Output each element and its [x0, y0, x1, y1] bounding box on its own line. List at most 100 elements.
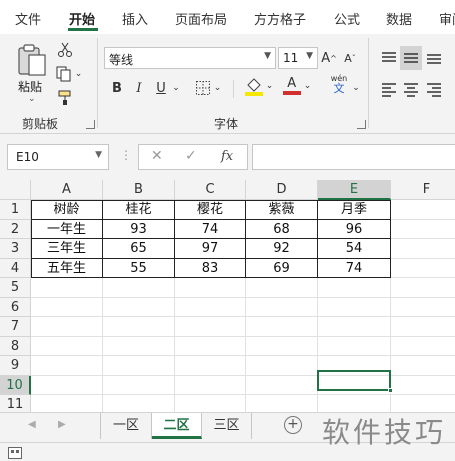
- clipboard-launcher-icon[interactable]: [86, 120, 95, 129]
- cell-e1[interactable]: 月季: [318, 200, 391, 220]
- tab-review[interactable]: 审阅: [439, 9, 455, 28]
- cut-icon[interactable]: [54, 40, 76, 60]
- copy-dropdown-icon[interactable]: ⌄: [75, 69, 83, 79]
- cell-b11[interactable]: [103, 395, 175, 412]
- select-all-corner[interactable]: [0, 180, 31, 200]
- cell-e5[interactable]: [318, 278, 391, 298]
- cell-a1[interactable]: 树龄: [31, 200, 103, 220]
- cell-e6[interactable]: [318, 297, 391, 317]
- underline-button[interactable]: U: [152, 78, 170, 98]
- cell-e7[interactable]: [318, 317, 391, 337]
- scroll-right-icon[interactable]: ▶: [58, 419, 66, 430]
- cell-a4[interactable]: 五年生: [31, 258, 103, 278]
- row-header-2[interactable]: 2: [0, 219, 31, 239]
- cell-d3[interactable]: 92: [246, 239, 318, 259]
- cell-e4[interactable]: 74: [318, 258, 391, 278]
- cell-d4[interactable]: 69: [246, 258, 318, 278]
- cell-c3[interactable]: 97: [175, 239, 246, 259]
- cell-b10[interactable]: [103, 375, 175, 395]
- row-header-4[interactable]: 4: [0, 258, 31, 278]
- cell-e11[interactable]: [318, 395, 391, 412]
- cell-b3[interactable]: 65: [103, 239, 175, 259]
- phonetic-dropdown-icon[interactable]: ⌄: [350, 78, 362, 98]
- cell-c8[interactable]: [175, 336, 246, 356]
- align-right-icon[interactable]: [425, 80, 443, 100]
- cell-c4[interactable]: 83: [175, 258, 246, 278]
- cell-e8[interactable]: [318, 336, 391, 356]
- insert-function-icon[interactable]: fx: [221, 149, 233, 164]
- tab-insert[interactable]: 插入: [122, 9, 148, 28]
- tab-data[interactable]: 数据: [386, 9, 412, 28]
- column-header-e[interactable]: E: [318, 180, 391, 200]
- align-center-icon[interactable]: [402, 80, 420, 100]
- cell-f2[interactable]: [391, 220, 455, 239]
- name-box[interactable]: E10 ▼: [7, 144, 109, 170]
- tab-home[interactable]: 开始: [69, 9, 95, 28]
- scroll-left-icon[interactable]: ◀: [28, 419, 36, 430]
- cell-c11[interactable]: [175, 395, 246, 412]
- cell-b6[interactable]: [103, 297, 175, 317]
- tab-file[interactable]: 文件: [15, 9, 41, 28]
- row-header-5[interactable]: 5: [0, 278, 31, 298]
- formula-input[interactable]: [252, 144, 455, 170]
- cell-d9[interactable]: [246, 356, 318, 376]
- cell-f5[interactable]: [391, 278, 455, 298]
- cell-f3[interactable]: [391, 239, 455, 259]
- shrink-font-button[interactable]: Aˇ: [341, 48, 359, 68]
- grow-font-button[interactable]: A ^: [320, 48, 338, 68]
- cell-b2[interactable]: 93: [103, 219, 175, 239]
- cell-d2[interactable]: 68: [246, 219, 318, 239]
- row-header-3[interactable]: 3: [0, 239, 31, 259]
- row-header-7[interactable]: 7: [0, 317, 31, 337]
- cell-b1[interactable]: 桂花: [103, 200, 175, 220]
- paste-dropdown-icon[interactable]: ⌄: [28, 94, 36, 104]
- cell-f1[interactable]: [391, 200, 455, 220]
- cell-a7[interactable]: [31, 317, 103, 337]
- copy-icon[interactable]: ⌄: [52, 64, 86, 84]
- row-header-1[interactable]: 1: [0, 200, 31, 220]
- cell-a6[interactable]: [31, 297, 103, 317]
- cell-f11[interactable]: [391, 395, 455, 412]
- font-name-select[interactable]: 等线 ▼: [104, 47, 276, 69]
- column-header-a[interactable]: A: [31, 180, 103, 200]
- align-middle-icon[interactable]: [400, 46, 422, 70]
- cell-f9[interactable]: [391, 356, 455, 376]
- tab-fangfang-grid[interactable]: 方方格子: [254, 9, 306, 28]
- cell-d1[interactable]: 紫薇: [246, 200, 318, 220]
- cell-b8[interactable]: [103, 336, 175, 356]
- cell-a11[interactable]: [31, 395, 103, 412]
- italic-button[interactable]: I: [130, 78, 148, 98]
- cell-e3[interactable]: 54: [318, 239, 391, 259]
- align-bottom-icon[interactable]: [425, 48, 443, 68]
- cell-c2[interactable]: 74: [175, 219, 246, 239]
- row-header-9[interactable]: 9: [0, 356, 31, 376]
- column-header-d[interactable]: D: [246, 180, 318, 200]
- cell-f10[interactable]: [391, 376, 455, 395]
- cell-a10[interactable]: [31, 375, 103, 395]
- column-header-f[interactable]: F: [391, 180, 455, 200]
- cell-e2[interactable]: 96: [318, 219, 391, 239]
- sheet-tab-1[interactable]: 一区: [100, 413, 152, 439]
- cell-d11[interactable]: [246, 395, 318, 412]
- align-left-icon[interactable]: [380, 80, 398, 100]
- underline-dropdown-icon[interactable]: ⌄: [170, 78, 182, 98]
- sheet-tab-2[interactable]: 二区: [152, 413, 202, 439]
- cell-d6[interactable]: [246, 297, 318, 317]
- fill-color-button[interactable]: ⌄: [242, 76, 276, 96]
- cell-c5[interactable]: [175, 278, 246, 298]
- row-header-8[interactable]: 8: [0, 336, 31, 356]
- cell-f6[interactable]: [391, 298, 455, 317]
- cell-d5[interactable]: [246, 278, 318, 298]
- cell-d8[interactable]: [246, 336, 318, 356]
- row-header-10[interactable]: 10: [0, 375, 31, 395]
- font-launcher-icon[interactable]: [357, 120, 366, 129]
- cell-b5[interactable]: [103, 278, 175, 298]
- sheet-tab-3[interactable]: 三区: [202, 413, 252, 439]
- cell-c1[interactable]: 樱花: [175, 200, 246, 220]
- cell-a3[interactable]: 三年生: [31, 239, 103, 259]
- cell-c7[interactable]: [175, 317, 246, 337]
- cell-a8[interactable]: [31, 336, 103, 356]
- cell-f7[interactable]: [391, 317, 455, 337]
- cell-a9[interactable]: [31, 356, 103, 376]
- cell-d10[interactable]: [246, 375, 318, 395]
